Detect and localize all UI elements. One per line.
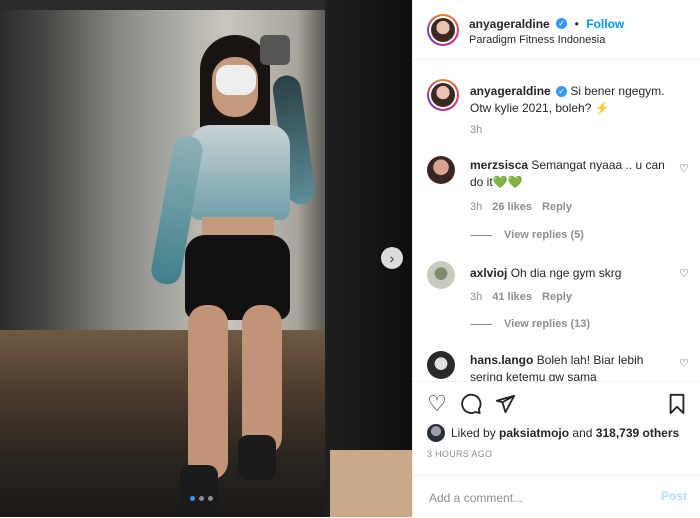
share-paper-plane-icon[interactable]	[493, 392, 517, 416]
comment-like-heart-icon[interactable]: ♡	[679, 267, 689, 280]
like-heart-icon[interactable]: ♡	[425, 392, 449, 416]
comments-list[interactable]: anyageraldine ✓ Si bener ngegym. Otw kyl…	[413, 61, 700, 381]
view-replies-label: View replies (13)	[504, 318, 591, 330]
separator: •	[574, 17, 579, 31]
view-replies-button[interactable]: View replies (5)	[470, 229, 584, 241]
photo-floor-tile	[330, 450, 412, 517]
caption-username[interactable]: anyageraldine	[470, 84, 551, 98]
comment-time: 3h	[470, 201, 483, 213]
liked-by-middle: and	[572, 426, 593, 440]
caption-avatar[interactable]	[427, 79, 459, 111]
post-location[interactable]: Paradigm Fitness Indonesia	[469, 34, 605, 46]
comment-text: merzsisca Semangat nyaaa .. u can do it💚…	[470, 157, 670, 191]
carousel-dot	[208, 496, 213, 501]
replies-line	[470, 323, 492, 325]
follow-button[interactable]: Follow	[586, 17, 624, 31]
comment-time: 3h	[470, 291, 483, 303]
liker-avatar[interactable]	[427, 424, 445, 442]
caption-meta: 3h	[470, 124, 482, 136]
replies-line	[470, 234, 492, 236]
photo-person	[149, 35, 320, 510]
comment-bubble-icon[interactable]	[459, 392, 483, 416]
add-comment-bar: Post	[413, 475, 700, 518]
post-header: anyageraldine ✓ • Follow Paradigm Fitnes…	[413, 0, 700, 60]
liked-by-summary: Liked by paksiatmojo and 318,739 others	[427, 424, 679, 442]
comment-item: hans.lango Boleh lah! Biar lebih sering …	[427, 351, 689, 381]
comment-body: Oh dia nge gym skrg	[510, 266, 622, 280]
author-username[interactable]: anyageraldine	[469, 17, 550, 31]
verified-badge-icon: ✓	[556, 18, 568, 30]
comment-text: axlvioj Oh dia nge gym skrg	[470, 265, 670, 282]
comment-username[interactable]: merzsisca	[470, 158, 528, 172]
comment-reply-button[interactable]: Reply	[542, 201, 572, 213]
author-avatar[interactable]	[427, 14, 459, 46]
comment-reply-button[interactable]: Reply	[542, 291, 572, 303]
carousel-dot-active	[190, 496, 195, 501]
view-replies-label: View replies (5)	[504, 229, 584, 241]
chevron-right-icon: ›	[389, 250, 395, 266]
caption-time: 3h	[470, 124, 483, 136]
comment-text: hans.lango Boleh lah! Biar lebih sering …	[470, 352, 670, 381]
carousel-dot	[199, 496, 204, 501]
post-timestamp[interactable]: 3 HOURS AGO	[427, 449, 492, 459]
comment-meta: 3h 41 likes Reply	[470, 291, 572, 303]
commenter-avatar[interactable]	[427, 351, 455, 379]
bookmark-icon[interactable]	[665, 392, 689, 416]
instagram-post-modal: › anyageraldine ✓ • Follow Paradigm Fitn…	[0, 0, 700, 517]
comment-likes[interactable]: 26 likes	[492, 201, 532, 213]
post-comment-button[interactable]: Post	[661, 489, 687, 503]
comment-like-heart-icon[interactable]: ♡	[679, 162, 689, 175]
liked-by-prefix: Liked by	[451, 426, 496, 440]
comment-like-heart-icon[interactable]: ♡	[679, 357, 689, 370]
commenter-avatar[interactable]	[427, 261, 455, 289]
caption-text: anyageraldine ✓ Si bener ngegym. Otw kyl…	[470, 83, 670, 117]
carousel-indicator	[190, 496, 213, 501]
comment-username[interactable]: axlvioj	[470, 266, 507, 280]
add-comment-input[interactable]	[427, 486, 651, 510]
post-actions-section: ♡ Liked by paksiatmojo and 318,739 other…	[413, 381, 700, 517]
view-replies-button[interactable]: View replies (13)	[470, 318, 590, 330]
liked-by-others[interactable]: 318,739 others	[596, 426, 679, 440]
caption-item: anyageraldine ✓ Si bener ngegym. Otw kyl…	[427, 79, 687, 149]
verified-badge-icon: ✓	[556, 86, 568, 98]
comment-likes[interactable]: 41 likes	[492, 291, 532, 303]
post-side-panel: anyageraldine ✓ • Follow Paradigm Fitnes…	[412, 0, 700, 517]
comment-username[interactable]: hans.lango	[470, 353, 533, 367]
post-photo[interactable]: ›	[0, 0, 412, 517]
comment-meta: 3h 26 likes Reply	[470, 201, 572, 213]
liked-by-user[interactable]: paksiatmojo	[499, 426, 569, 440]
carousel-next-button[interactable]: ›	[381, 247, 403, 269]
commenter-avatar[interactable]	[427, 156, 455, 184]
